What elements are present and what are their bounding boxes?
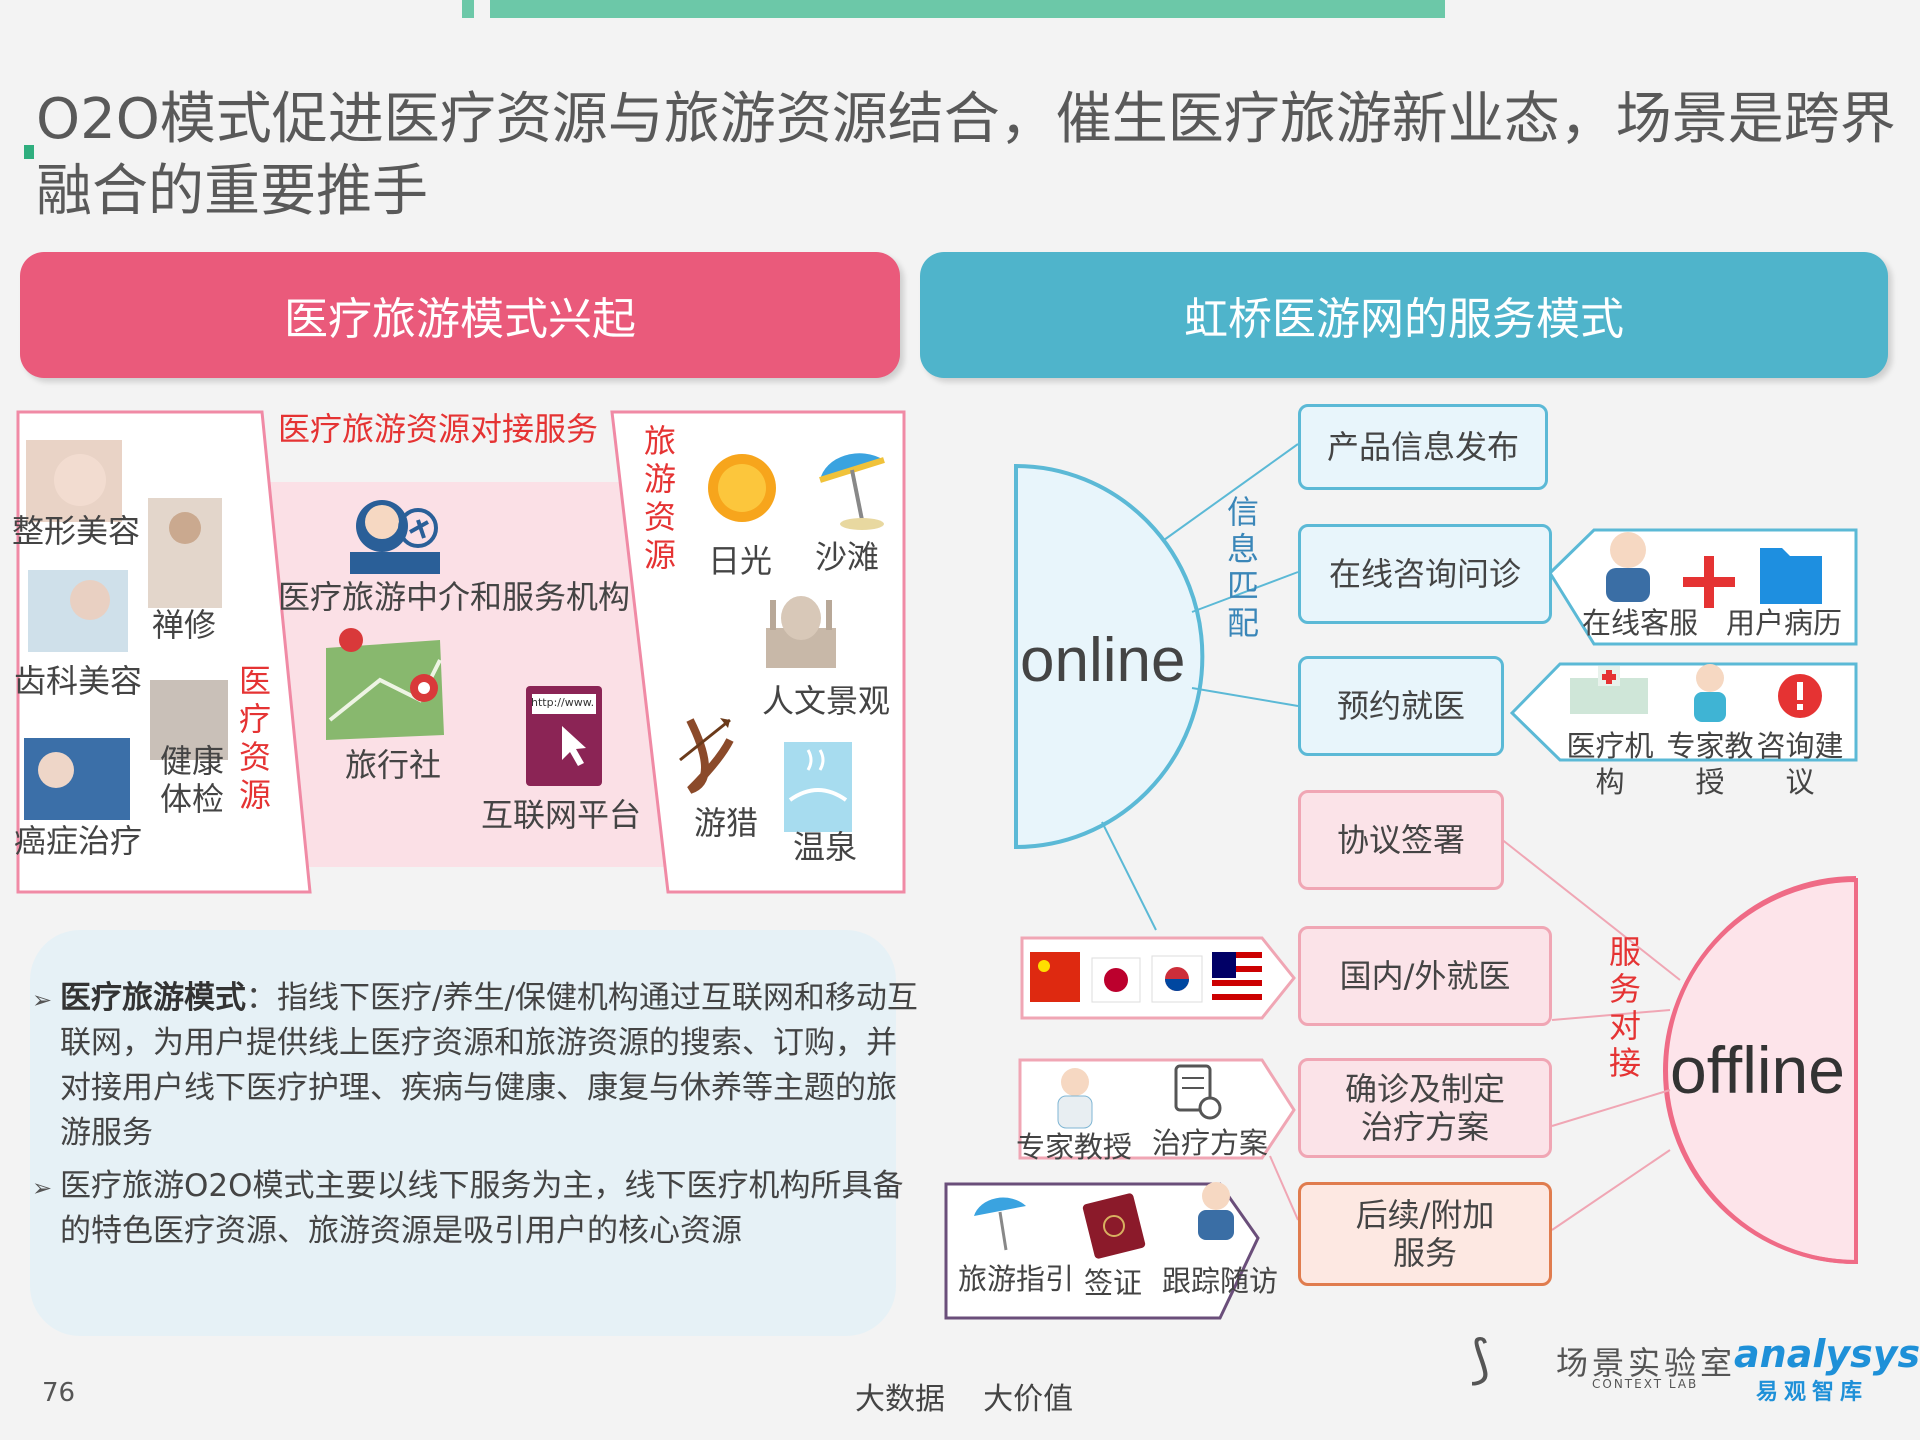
offline-box-agreement: 协议签署: [1298, 790, 1504, 890]
offline-box-followup: 后续/附加 服务: [1298, 1182, 1552, 1286]
booking-detail-advice: 咨询建 议: [1756, 729, 1844, 799]
context-lab-logo-en: CONTEXT LAB: [1592, 1377, 1699, 1391]
travel-item-safari: 游猎: [694, 804, 759, 842]
folder-icon: [1760, 548, 1822, 604]
offline-label: offline: [1670, 1033, 1845, 1107]
bullet-1-term: 医疗旅游模式: [60, 980, 246, 1016]
flag-korea-icon: [1151, 955, 1203, 1003]
medical-item-dental: 齿科美容: [14, 662, 143, 700]
followup-detail-visa: 签证: [1084, 1266, 1143, 1300]
analysys-logo-cn: 易观智库: [1756, 1380, 1869, 1405]
slide: O2O模式促进医疗资源与旅游资源结合，催生医疗旅游新业态，场景是跨界融合的重要推…: [0, 0, 1920, 1440]
bullet-arrow-icon: ➢: [32, 1174, 53, 1202]
travel-resources-label: 旅游资源: [643, 422, 676, 574]
alert-icon: [1778, 674, 1822, 718]
medical-item-plastic-surgery: 整形美容: [12, 512, 141, 550]
flag-malaysia-icon: [1212, 952, 1262, 1002]
bullet-2-text: 医疗旅游O2O模式主要以线下服务为主，线下医疗机构所具备的特色医疗资源、旅游资源…: [60, 1168, 904, 1249]
page-number: 76: [42, 1378, 76, 1408]
doctor-icon: [1057, 1068, 1093, 1129]
medical-item-checkup: 健康 体检: [160, 742, 225, 818]
consult-detail-medical-record: 用户病历: [1726, 606, 1843, 640]
medical-item-cancer: 癌症治疗: [14, 822, 143, 860]
offline-box-diagnosis: 确诊及制定 治疗方案: [1298, 1058, 1552, 1158]
service-connect-label: 服务对接: [1608, 933, 1641, 1082]
followup-detail-travel-guide: 旅游指引: [958, 1262, 1075, 1296]
sun-icon: [708, 454, 776, 522]
bullet-1: ➢ 医疗旅游模式：指线下医疗/养生/保健机构通过互联网和移动互联网，为用户提供线…: [32, 976, 920, 1156]
online-label: online: [1020, 626, 1186, 695]
followup-detail-follow-up: 跟踪随访: [1162, 1264, 1279, 1298]
treatment-detail-expert: 专家教授: [1016, 1130, 1133, 1164]
hot-spring-icon: [784, 742, 852, 832]
bullet-arrow-icon: ➢: [32, 986, 53, 1014]
context-lab-logo-icon: ⟆: [1470, 1330, 1491, 1390]
flag-japan-icon: [1091, 957, 1141, 1003]
consult-detail-customer-service: 在线客服: [1582, 606, 1699, 640]
middle-item-agency: 医疗旅游中介和服务机构: [278, 578, 631, 616]
middle-item-internet-platform: 互联网平台: [481, 796, 642, 834]
connect-service-label: 医疗旅游资源对接服务: [278, 410, 599, 448]
nurse-icon: [1694, 664, 1726, 722]
travel-item-hot-spring: 温泉: [793, 828, 858, 866]
middle-item-travel-agency: 旅行社: [345, 746, 442, 784]
info-match-label: 信息匹配: [1226, 493, 1259, 642]
online-box-booking: 预约就医: [1298, 656, 1504, 756]
medical-resources-label: 医疗资源: [238, 662, 271, 814]
booking-detail-institution: 医疗机 构: [1566, 729, 1654, 799]
description-bullets: ➢ 医疗旅游模式：指线下医疗/养生/保健机构通过互联网和移动互联网，为用户提供线…: [30, 974, 918, 1334]
footer-slogan: 大数据 大价值: [855, 1382, 1074, 1417]
photo-cancer: [24, 738, 130, 820]
analysys-logo: analysys: [1734, 1332, 1920, 1376]
flag-china-icon: [1030, 952, 1080, 1002]
online-box-consult: 在线咨询问诊: [1298, 524, 1552, 624]
follow-up-agent-icon: [1198, 1182, 1234, 1240]
url-text: http://www.: [531, 696, 595, 709]
bullet-2: ➢ 医疗旅游O2O模式主要以线下服务为主，线下医疗机构所具备的特色医疗资源、旅游…: [32, 1164, 920, 1254]
travel-item-sunlight: 日光: [708, 542, 773, 580]
online-box-product-info: 产品信息发布: [1298, 404, 1548, 490]
map-icon: [326, 628, 444, 740]
booking-detail-expert: 专家教 授: [1666, 729, 1754, 799]
offline-box-treatment-abroad: 国内/外就医: [1298, 926, 1552, 1026]
travel-item-landmarks: 人文景观: [762, 682, 891, 720]
travel-item-beach: 沙滩: [815, 538, 880, 576]
medical-item-meditation: 禅修: [152, 606, 217, 644]
treatment-detail-plan: 治疗方案: [1152, 1126, 1269, 1160]
